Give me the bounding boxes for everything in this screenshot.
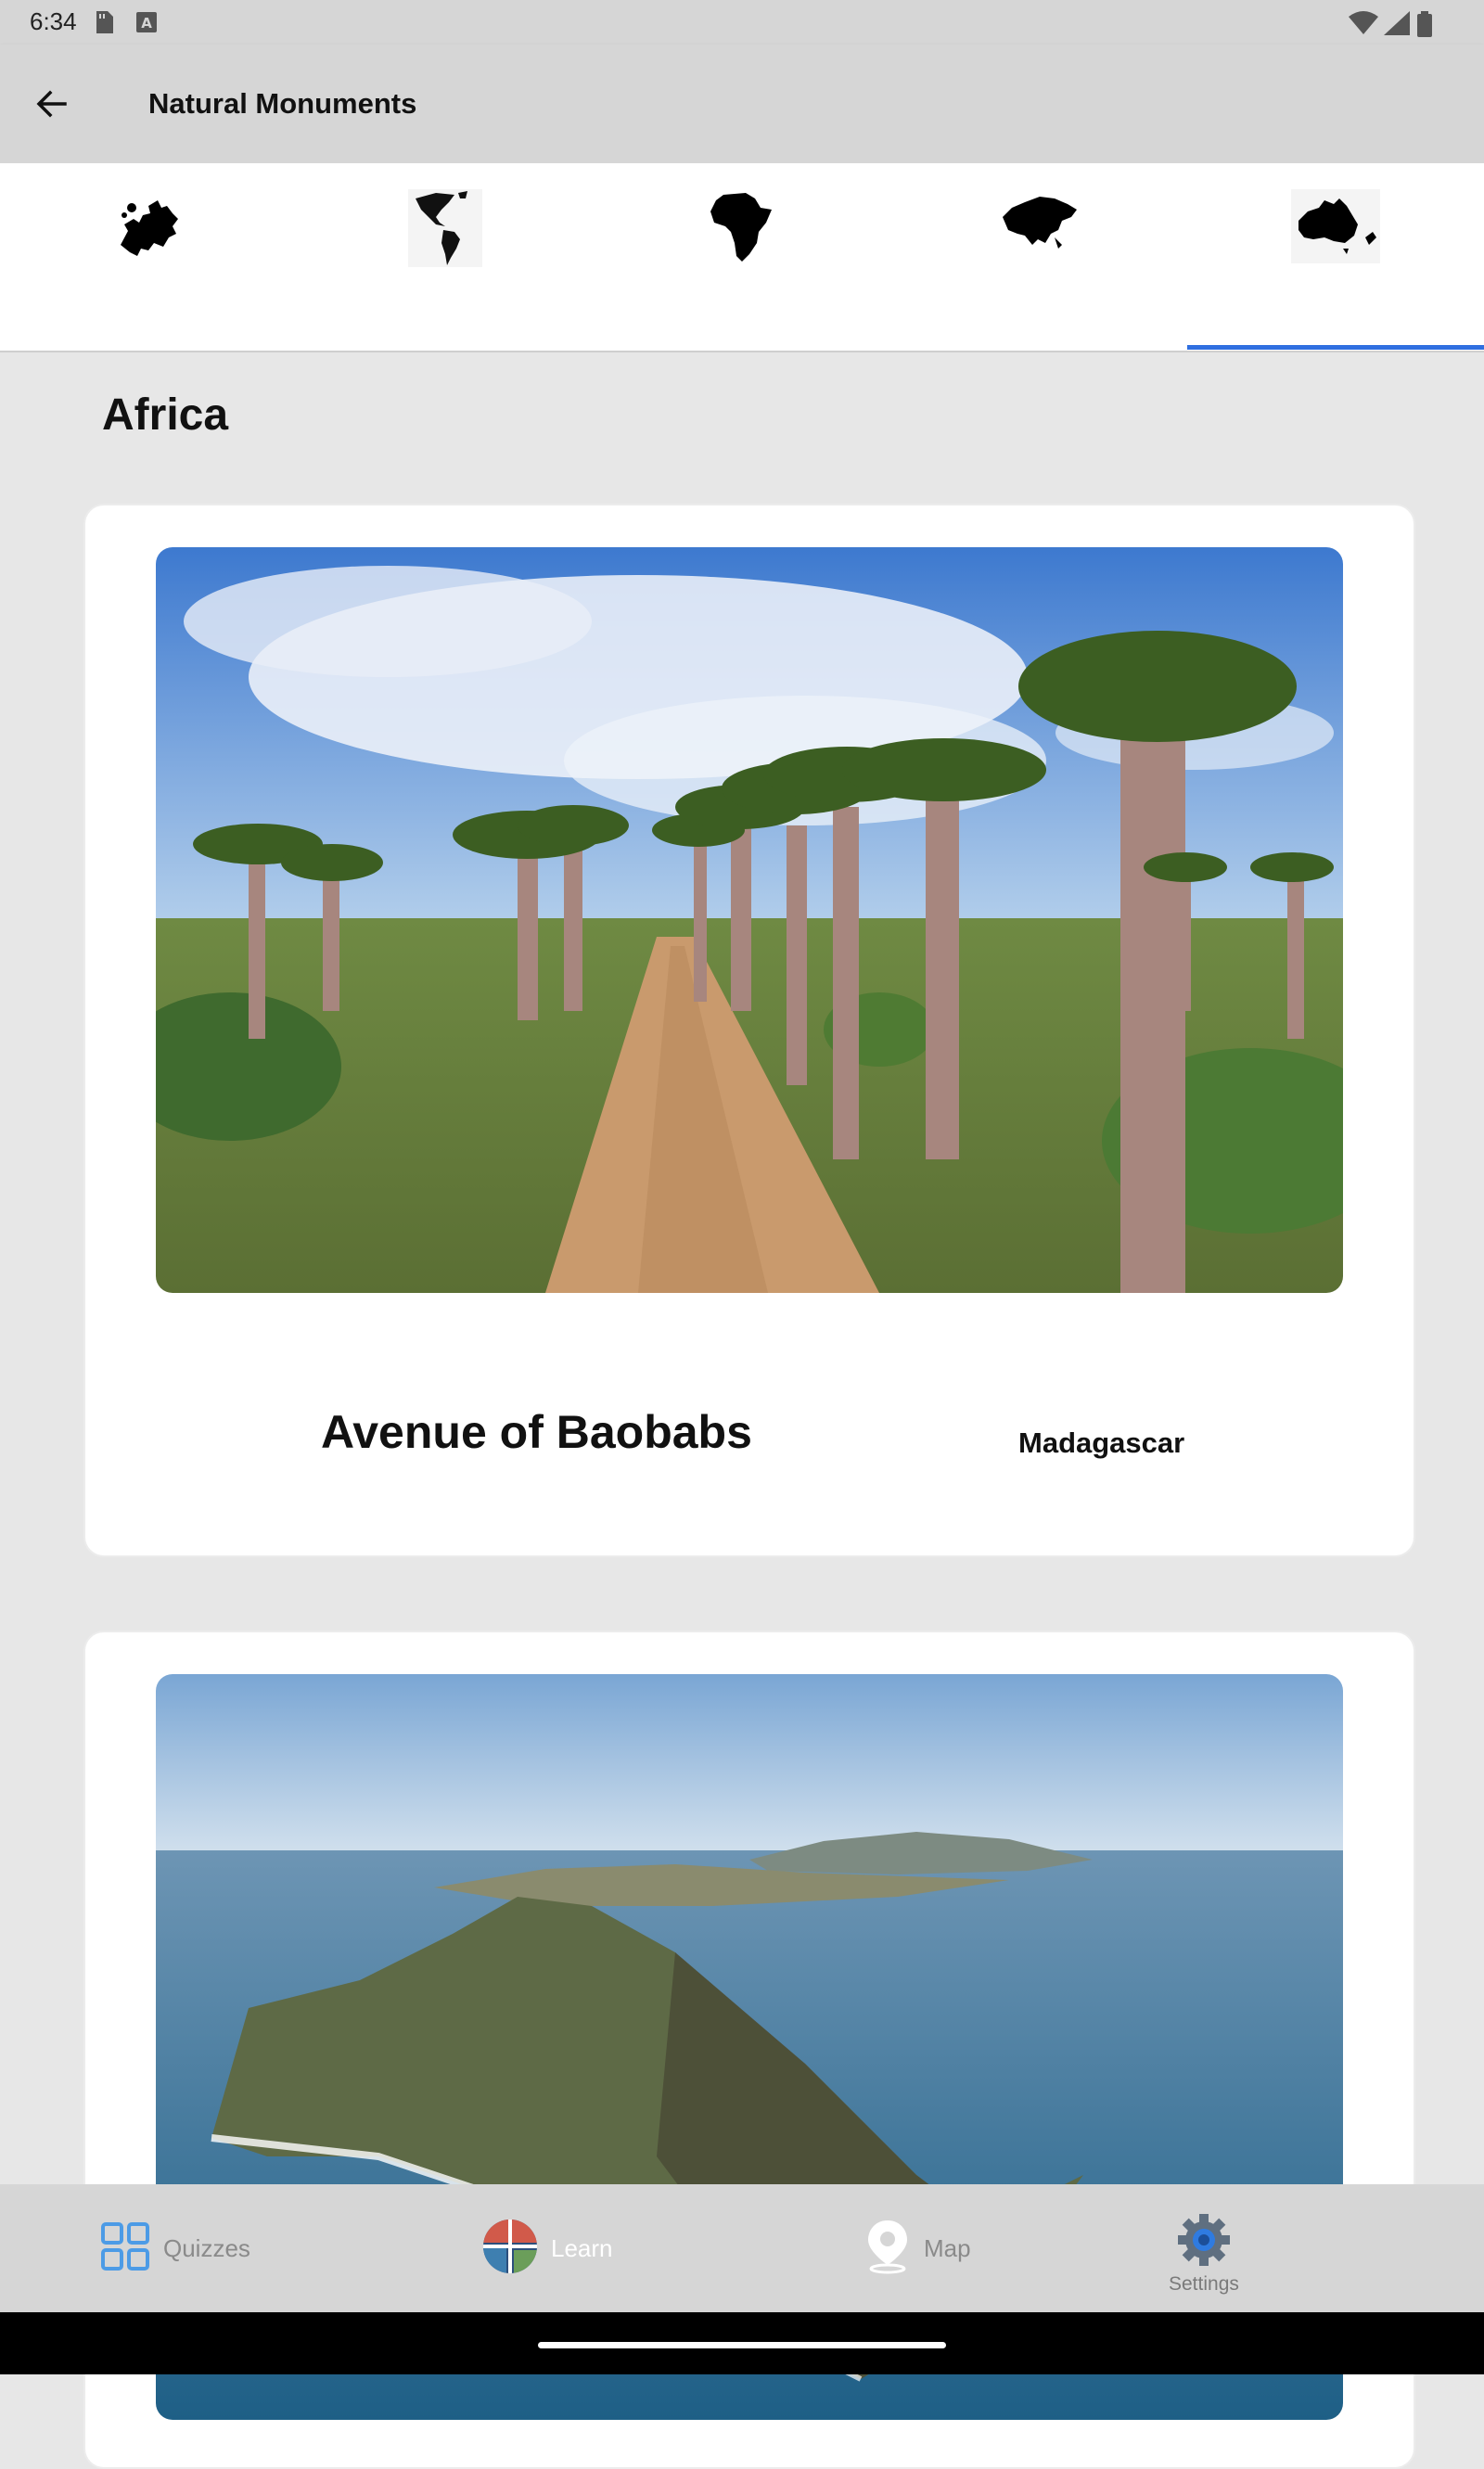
nav-settings-label: Settings <box>1169 2273 1239 2295</box>
svg-text:A: A <box>141 15 152 32</box>
monument-title: Avenue of Baobabs <box>321 1406 752 1458</box>
section-heading: Africa <box>102 390 229 440</box>
grid-icon <box>100 2221 150 2276</box>
app-bar: Natural Monuments <box>0 45 1484 163</box>
americas-map-icon <box>408 163 482 351</box>
nav-settings[interactable]: Settings <box>1169 2184 1239 2312</box>
battery-icon <box>1417 11 1432 42</box>
sd-card-icon <box>93 11 113 38</box>
gear-icon <box>1176 2212 1232 2272</box>
monument-country: Madagascar <box>1018 1426 1185 1459</box>
tab-americas[interactable] <box>297 163 594 351</box>
map-pin-icon <box>864 2219 911 2279</box>
bottom-navigation: Quizzes Learn Map Settings <box>0 2184 1484 2312</box>
africa-map-icon <box>705 163 779 351</box>
tab-africa[interactable] <box>594 163 890 351</box>
arrow-back-icon <box>33 85 70 127</box>
continent-tab-strip <box>0 163 1484 352</box>
wifi-icon <box>1349 11 1378 40</box>
selected-tab-indicator <box>1187 345 1484 350</box>
learn-globe-icon <box>482 2219 538 2279</box>
tab-asia[interactable] <box>890 163 1187 351</box>
nav-learn[interactable]: Learn <box>482 2184 613 2312</box>
home-gesture-handle[interactable] <box>538 2342 946 2348</box>
nav-learn-label: Learn <box>551 2233 613 2262</box>
nav-map[interactable]: Map <box>864 2184 971 2312</box>
baobab-avenue-photo <box>156 547 1343 1293</box>
keyboard-a-icon: A <box>135 11 158 38</box>
signal-icon <box>1384 11 1410 40</box>
asia-map-icon <box>997 163 1081 351</box>
australia-map-icon <box>1291 163 1380 351</box>
nav-map-label: Map <box>924 2233 971 2262</box>
status-bar: 6:34 A <box>0 0 1484 45</box>
europe-map-icon <box>111 163 186 351</box>
monument-card[interactable]: Avenue of Baobabs Madagascar <box>83 504 1415 1557</box>
tab-europe[interactable] <box>0 163 297 351</box>
status-time: 6:34 <box>30 7 77 35</box>
system-gesture-bar <box>0 2312 1484 2374</box>
tab-australia[interactable] <box>1187 163 1484 351</box>
nav-quizzes[interactable]: Quizzes <box>100 2184 250 2312</box>
back-button[interactable] <box>26 80 78 132</box>
page-title: Natural Monuments <box>148 87 417 120</box>
nav-quizzes-label: Quizzes <box>163 2233 250 2262</box>
